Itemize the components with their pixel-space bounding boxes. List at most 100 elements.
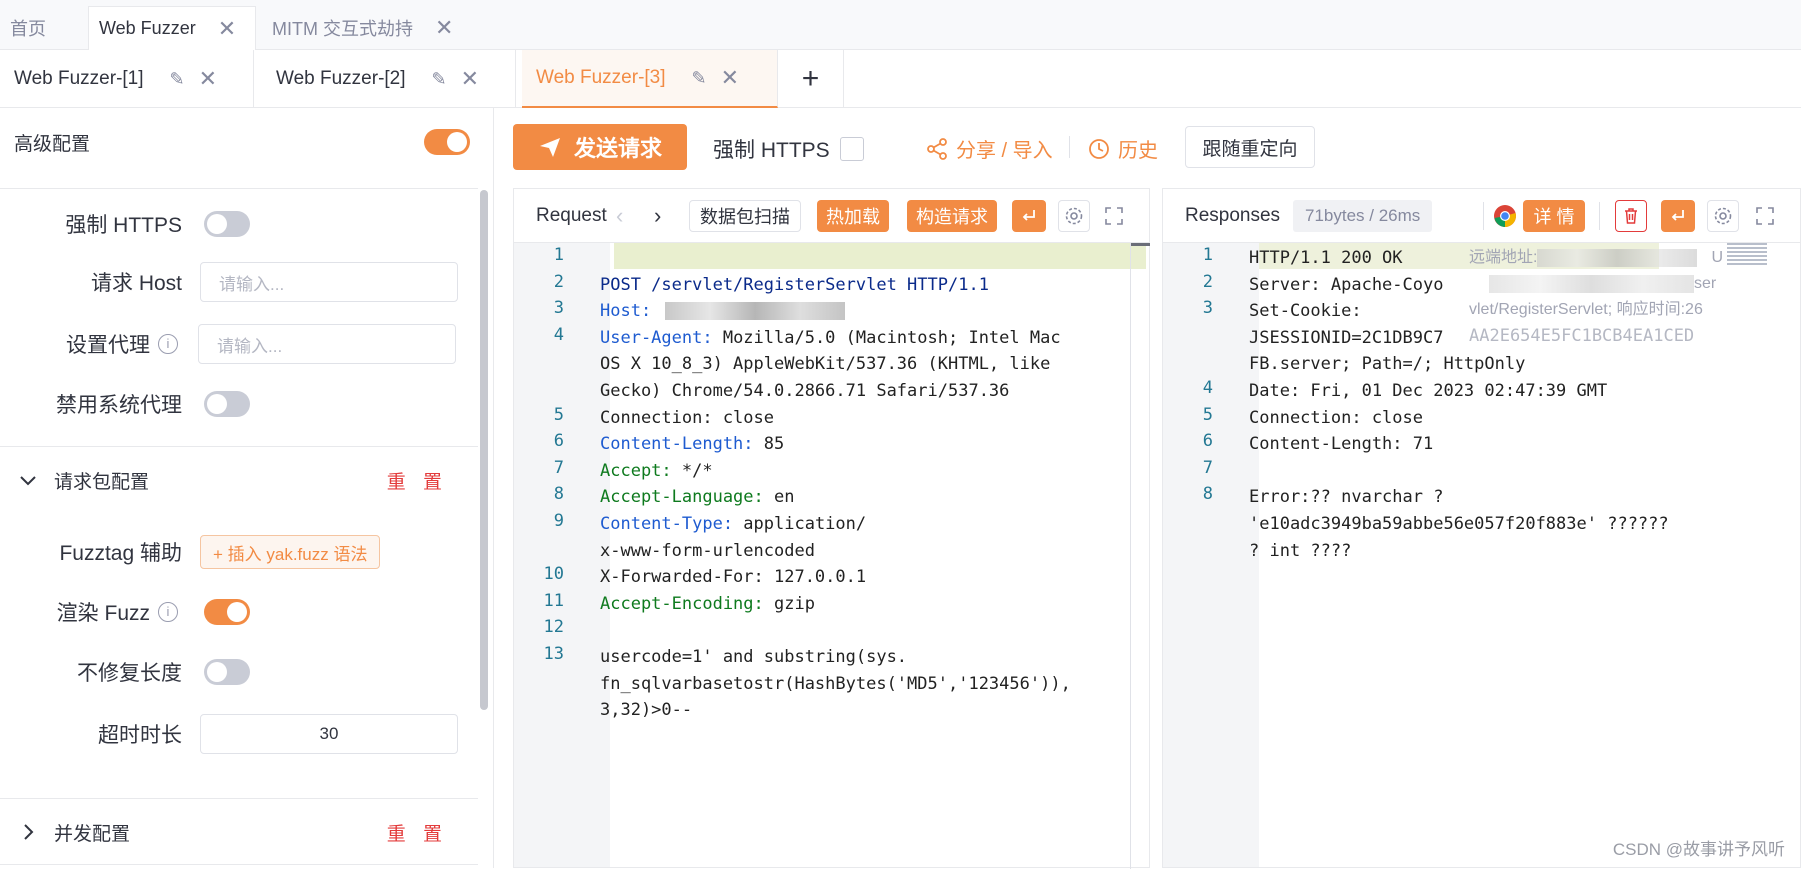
tab-mitm[interactable]: MITM 交互式劫持✕: [262, 6, 463, 50]
code-line[interactable]: usercode=1' and substring(sys.: [600, 644, 907, 671]
packet-config-header[interactable]: 请求包配置 重 置: [18, 460, 448, 500]
disable-sys-proxy-toggle[interactable]: [204, 391, 250, 417]
code-line[interactable]: Content-Length: 85: [600, 431, 784, 458]
code-line[interactable]: Host:: [600, 298, 845, 325]
code-line[interactable]: Content-Length: 71: [1249, 431, 1433, 458]
concurrency-config-label: 并发配置: [54, 819, 130, 846]
code-line[interactable]: Set-Cookie:: [1249, 298, 1362, 325]
tab-home[interactable]: 首页: [0, 6, 56, 50]
close-icon[interactable]: ✕: [461, 66, 479, 92]
code-line[interactable]: Error:?? nvarchar ?: [1249, 484, 1443, 511]
hot-reload-button[interactable]: 热加载: [817, 200, 889, 232]
tab-label: Web Fuzzer: [99, 18, 196, 39]
divider: [0, 864, 478, 865]
divider: [1599, 202, 1600, 230]
line-text: X-Forwarded-For: 127.0.0.1: [600, 567, 866, 587]
code-line[interactable]: HTTP/1.1 200 OK: [1249, 245, 1403, 272]
force-https-label: 强制 HTTPS: [0, 209, 182, 239]
fullscreen-icon[interactable]: [1755, 206, 1775, 231]
return-icon: [1669, 207, 1687, 225]
delete-button[interactable]: [1615, 200, 1647, 232]
sidebar-scrollbar[interactable]: [480, 190, 488, 710]
settings-button[interactable]: [1707, 200, 1739, 232]
line-text: Error:?? nvarchar ?: [1249, 487, 1443, 507]
code-line[interactable]: Date: Fri, 01 Dec 2023 02:47:39 GMT: [1249, 378, 1607, 405]
edit-icon[interactable]: ✎: [432, 69, 447, 90]
force-https-toggle[interactable]: [204, 211, 250, 237]
chevron-left-icon[interactable]: ‹: [616, 203, 623, 229]
code-line[interactable]: OS X 10_8_3) AppleWebKit/537.36 (KHTML, …: [600, 351, 1050, 378]
proxy-input[interactable]: 请输入...: [198, 324, 456, 364]
advanced-config-toggle[interactable]: [424, 129, 470, 155]
detail-button[interactable]: 详 情: [1523, 200, 1585, 232]
request-title: Request: [536, 205, 607, 227]
code-line[interactable]: Accept-Language: en: [600, 484, 794, 511]
line-number: 12: [524, 617, 564, 637]
edit-icon[interactable]: ✎: [170, 69, 185, 90]
share-import-button[interactable]: 分享 / 导入: [926, 134, 1053, 163]
wrap-toggle-button[interactable]: [1661, 200, 1695, 232]
code-line[interactable]: FB.server; Path=/; HttpOnly: [1249, 351, 1525, 378]
close-icon[interactable]: ✕: [435, 15, 453, 41]
close-icon[interactable]: ✕: [721, 65, 739, 91]
line-text: 'e10adc3949ba59abbe56e057f20f883e' ?????…: [1249, 514, 1669, 534]
reset-button[interactable]: 重 置: [387, 467, 448, 494]
insert-yak-fuzz-button[interactable]: + 插入 yak.fuzz 语法: [200, 535, 380, 569]
chrome-icon[interactable]: [1493, 204, 1517, 233]
code-line[interactable]: Server: Apache-Coyo: [1249, 272, 1443, 299]
header-value: 85: [754, 434, 785, 454]
line-number: 6: [524, 431, 564, 451]
code-line[interactable]: Accept: */*: [600, 458, 713, 485]
code-line[interactable]: POST /servlet/RegisterServlet HTTP/1.1: [600, 272, 989, 299]
line-text: JSESSIONID=2C1DB9C7: [1249, 328, 1443, 348]
chevron-right-icon[interactable]: ›: [654, 203, 661, 229]
render-fuzz-toggle[interactable]: [204, 599, 250, 625]
code-line[interactable]: ? int ????: [1249, 538, 1351, 565]
info-icon: i: [158, 334, 178, 354]
code-line[interactable]: X-Forwarded-For: 127.0.0.1: [600, 564, 866, 591]
code-line[interactable]: Connection: close: [1249, 405, 1423, 432]
force-https-checkbox[interactable]: [840, 137, 864, 161]
close-icon[interactable]: ✕: [199, 66, 217, 92]
fullscreen-icon[interactable]: [1104, 206, 1124, 231]
code-line[interactable]: x-www-form-urlencoded: [600, 538, 815, 565]
subtab-fuzzer-1[interactable]: Web Fuzzer-[1]✎✕: [0, 50, 254, 108]
history-button[interactable]: 历史: [1088, 134, 1158, 163]
code-line[interactable]: 3,32)>0--: [600, 697, 692, 724]
no-fix-length-label: 不修复长度: [0, 657, 182, 687]
code-line[interactable]: Content-Type: application/: [600, 511, 866, 538]
build-request-button[interactable]: 构造请求: [907, 200, 997, 232]
code-line[interactable]: 'e10adc3949ba59abbe56e057f20f883e' ?????…: [1249, 511, 1669, 538]
packet-scan-button[interactable]: 数据包扫描: [689, 200, 801, 232]
no-fix-length-toggle[interactable]: [204, 659, 250, 685]
timeout-input[interactable]: 30: [200, 714, 458, 754]
clock-icon: [1088, 138, 1110, 160]
code-line[interactable]: fn_sqlvarbasetostr(HashBytes('MD5','1234…: [600, 671, 1071, 698]
force-https-option[interactable]: 强制 HTTPS: [713, 134, 864, 164]
code-line[interactable]: Connection: close: [600, 405, 774, 432]
remote-host-tip: ser: [1469, 271, 1716, 298]
send-request-button[interactable]: 发送请求: [513, 124, 687, 170]
code-line[interactable]: Accept-Encoding: gzip: [600, 591, 815, 618]
code-line[interactable]: JSESSIONID=2C1DB9C7: [1249, 325, 1443, 352]
wrap-toggle-button[interactable]: [1012, 200, 1046, 232]
tip-fragment: ser: [1694, 275, 1716, 292]
request-host-input[interactable]: 请输入...: [200, 262, 458, 302]
code-line[interactable]: Gecko) Chrome/54.0.2866.71 Safari/537.36: [600, 378, 1009, 405]
subtab-fuzzer-2[interactable]: Web Fuzzer-[2]✎✕: [262, 50, 516, 108]
line-text: 3,32)>0--: [600, 700, 692, 720]
history-label: 历史: [1118, 134, 1158, 163]
reset-button[interactable]: 重 置: [387, 819, 448, 846]
follow-redirect-button[interactable]: 跟随重定向: [1185, 126, 1315, 168]
tab-web-fuzzer[interactable]: Web Fuzzer ✕: [88, 6, 256, 50]
settings-button[interactable]: [1058, 200, 1090, 232]
response-path-tip: vlet/RegisterServlet; 响应时间:26: [1469, 297, 1703, 324]
edit-icon[interactable]: ✎: [692, 68, 707, 89]
add-tab-icon[interactable]: +: [778, 50, 844, 108]
concurrency-config-header[interactable]: 并发配置 重 置: [18, 812, 448, 852]
code-line[interactable]: User-Agent: Mozilla/5.0 (Macintosh; Inte…: [600, 325, 1061, 352]
subtab-fuzzer-3[interactable]: Web Fuzzer-[3]✎✕: [522, 50, 778, 108]
close-icon[interactable]: ✕: [218, 16, 236, 42]
line-text: FB.server; Path=/; HttpOnly: [1249, 354, 1525, 374]
line-number: 2: [1173, 272, 1213, 292]
